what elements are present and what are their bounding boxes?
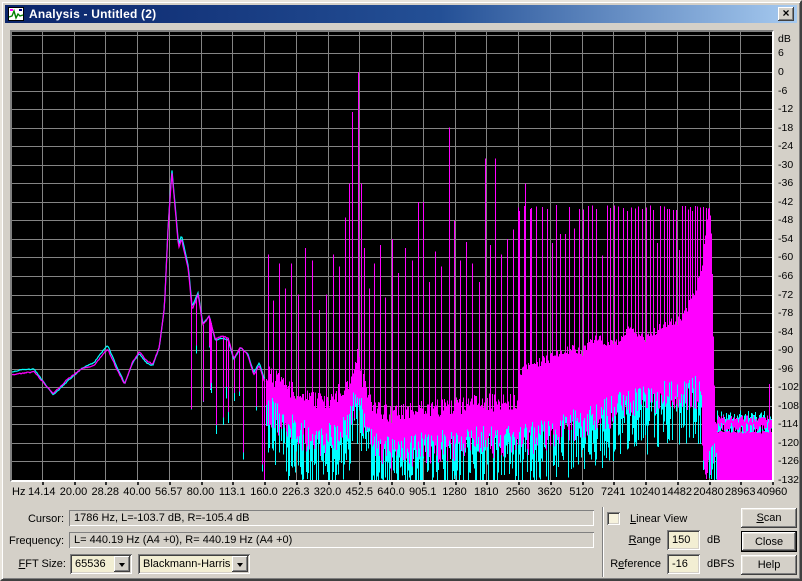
reference-unit: dBFS bbox=[707, 558, 735, 570]
x-axis-tick bbox=[169, 482, 171, 485]
fft-size-value: 65536 bbox=[75, 558, 106, 570]
x-axis-tick bbox=[613, 482, 615, 485]
spectrum-plot-frame bbox=[10, 30, 774, 482]
y-axis-label: -102 bbox=[778, 381, 799, 393]
fft-window-select[interactable]: Blackmann-Harris bbox=[138, 554, 250, 574]
close-button-main[interactable]: Close bbox=[741, 531, 797, 552]
left-channel-trace-smooth bbox=[12, 170, 265, 394]
x-axis-tick bbox=[772, 482, 774, 485]
y-axis-label: -120 bbox=[778, 437, 799, 449]
x-axis-tick bbox=[137, 482, 139, 485]
scan-button[interactable]: Scan bbox=[741, 508, 797, 528]
reference-input[interactable] bbox=[667, 554, 700, 574]
fft-size-dropdown-button[interactable] bbox=[114, 556, 130, 572]
y-axis-label: -18 bbox=[778, 122, 793, 134]
x-axis-tick bbox=[677, 482, 679, 485]
y-axis-label: -48 bbox=[778, 214, 793, 226]
right-channel-trace-smooth bbox=[12, 173, 265, 393]
y-axis-label: -30 bbox=[778, 159, 793, 171]
x-axis-tick bbox=[328, 482, 330, 485]
y-axis-label: -114 bbox=[778, 418, 798, 430]
fft-size-label: FFT Size: bbox=[2, 558, 66, 570]
title-bar[interactable]: Analysis - Untitled (2) × bbox=[5, 5, 797, 23]
app-icon bbox=[8, 7, 24, 21]
analysis-dialog: Analysis - Untitled (2) × dB 6 0 -6 -12 -18 -2… bbox=[0, 0, 802, 581]
help-button[interactable]: Help bbox=[741, 555, 797, 575]
y-axis-label: -78 bbox=[778, 307, 793, 319]
y-axis-label: -42 bbox=[778, 196, 793, 208]
x-axis-tick bbox=[74, 482, 76, 485]
x-axis-tick bbox=[42, 482, 44, 485]
y-axis-label: -24 bbox=[778, 140, 793, 152]
frequency-readout: L= 440.19 Hz (A4 +0), R= 440.19 Hz (A4 +… bbox=[69, 532, 594, 548]
y-axis-label: -96 bbox=[778, 363, 793, 375]
x-axis-tick bbox=[232, 482, 234, 485]
range-input[interactable] bbox=[667, 530, 700, 550]
y-axis-label: dB bbox=[778, 33, 791, 45]
reference-label: Reference bbox=[562, 558, 661, 570]
y-axis-label: 0 bbox=[778, 66, 784, 78]
range-unit: dB bbox=[707, 534, 720, 546]
frequency-label: Frequency: bbox=[2, 535, 64, 547]
frequency-axis: Hz14.1420.0028.2840.0056.5780.00113.1160… bbox=[2, 482, 802, 504]
fft-size-select[interactable]: 65536 bbox=[70, 554, 132, 574]
x-axis-tick bbox=[550, 482, 552, 485]
window-title: Analysis - Untitled (2) bbox=[29, 7, 156, 21]
x-axis-tick bbox=[423, 482, 425, 485]
y-axis-label: -90 bbox=[778, 344, 793, 356]
cursor-readout: 1786 Hz, L=-103.7 dB, R=-105.4 dB bbox=[69, 510, 594, 526]
x-axis-tick bbox=[709, 482, 711, 485]
spectrum-plot[interactable] bbox=[12, 32, 772, 480]
x-axis-label: 40960 bbox=[747, 486, 797, 498]
chevron-down-icon bbox=[119, 563, 125, 570]
cursor-label: Cursor: bbox=[2, 513, 64, 525]
y-axis-label: -54 bbox=[778, 233, 793, 245]
x-axis-tick bbox=[486, 482, 488, 485]
y-axis-label: -126 bbox=[778, 455, 799, 467]
x-axis-tick bbox=[740, 482, 742, 485]
range-label: Range bbox=[562, 534, 661, 546]
linear-view-label: Linear View bbox=[630, 513, 687, 525]
fft-window-value: Blackmann-Harris bbox=[143, 558, 230, 570]
x-axis-tick bbox=[201, 482, 203, 485]
y-axis-label: -108 bbox=[778, 400, 799, 412]
x-axis-tick bbox=[296, 482, 298, 485]
x-axis-tick bbox=[264, 482, 266, 485]
y-axis-label: -60 bbox=[778, 251, 793, 263]
linear-view-checkbox[interactable] bbox=[607, 512, 620, 525]
y-axis-label: -12 bbox=[778, 103, 793, 115]
y-axis-label: -36 bbox=[778, 177, 793, 189]
y-axis-label: -6 bbox=[778, 85, 787, 97]
x-axis-tick bbox=[105, 482, 107, 485]
y-axis-label: -66 bbox=[778, 270, 793, 282]
x-axis-tick bbox=[455, 482, 457, 485]
x-axis-tick bbox=[359, 482, 361, 485]
y-axis-label: 6 bbox=[778, 47, 784, 59]
x-axis-tick bbox=[582, 482, 584, 485]
x-axis-tick bbox=[391, 482, 393, 485]
chevron-down-icon bbox=[237, 563, 243, 570]
x-axis-tick bbox=[645, 482, 647, 485]
db-axis: dB 6 0 -6 -12 -18 -24 -30 -36 -42 -48 -54 -60 -66 -72 -… bbox=[777, 2, 802, 484]
x-axis-tick bbox=[518, 482, 520, 485]
fft-window-dropdown-button[interactable] bbox=[232, 556, 248, 572]
y-axis-label: -72 bbox=[778, 289, 793, 301]
y-axis-label: -84 bbox=[778, 326, 793, 338]
